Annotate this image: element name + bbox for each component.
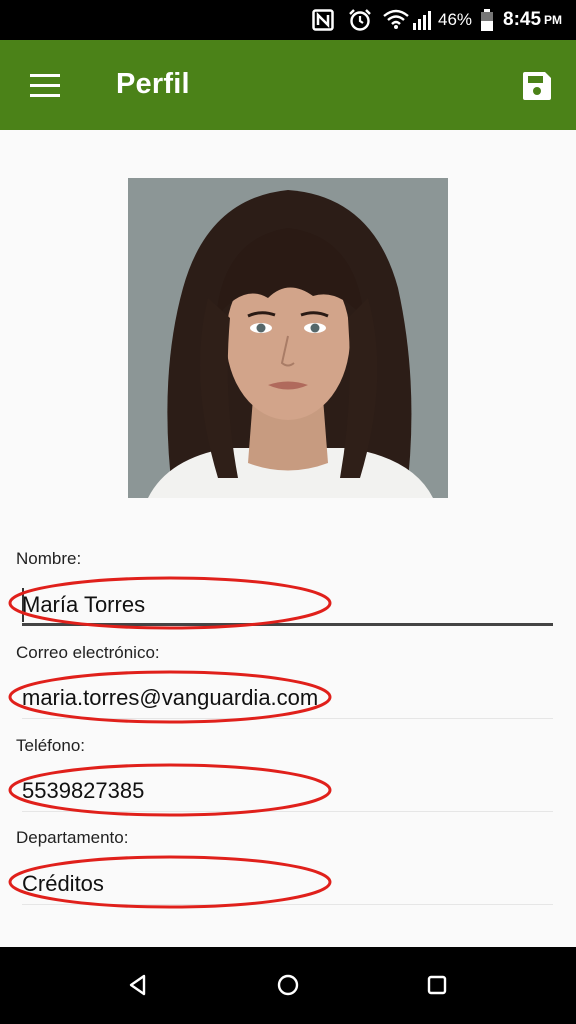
department-underline (22, 904, 553, 905)
phone-underline (22, 811, 553, 812)
email-field[interactable]: maria.torres@vanguardia.com (22, 678, 553, 718)
email-underline (22, 718, 553, 719)
correo-label: Correo electrónico: (16, 643, 160, 662)
text-cursor (22, 588, 24, 622)
save-icon[interactable] (515, 64, 559, 108)
nfc-icon (312, 0, 334, 40)
nombre-label: Nombre: (16, 549, 82, 568)
profile-photo[interactable] (128, 178, 448, 498)
phone-field[interactable]: 5539827385 (22, 771, 553, 811)
back-icon[interactable] (118, 965, 158, 1005)
wifi-icon (382, 0, 410, 40)
nombre-field[interactable]: María Torres (22, 585, 553, 625)
department-field[interactable]: Créditos (22, 864, 553, 904)
battery-percent: 46% (438, 10, 473, 29)
clock: 8:45 PM (503, 9, 563, 30)
app-bar: Perfil (0, 40, 576, 130)
navigation-bar (0, 947, 576, 1024)
hamburger-menu-icon[interactable] (18, 65, 72, 105)
signal-icon (411, 0, 435, 40)
alarm-icon (348, 0, 372, 40)
battery-icon (480, 0, 494, 40)
nombre-underline (22, 623, 553, 626)
telefono-label: Teléfono: (16, 736, 85, 755)
page-title: Perfil (116, 68, 190, 100)
status-bar: 46% 8:45 PM (0, 0, 576, 40)
recents-icon[interactable] (417, 965, 457, 1005)
departamento-label: Departamento: (16, 828, 129, 847)
home-icon[interactable] (268, 965, 308, 1005)
